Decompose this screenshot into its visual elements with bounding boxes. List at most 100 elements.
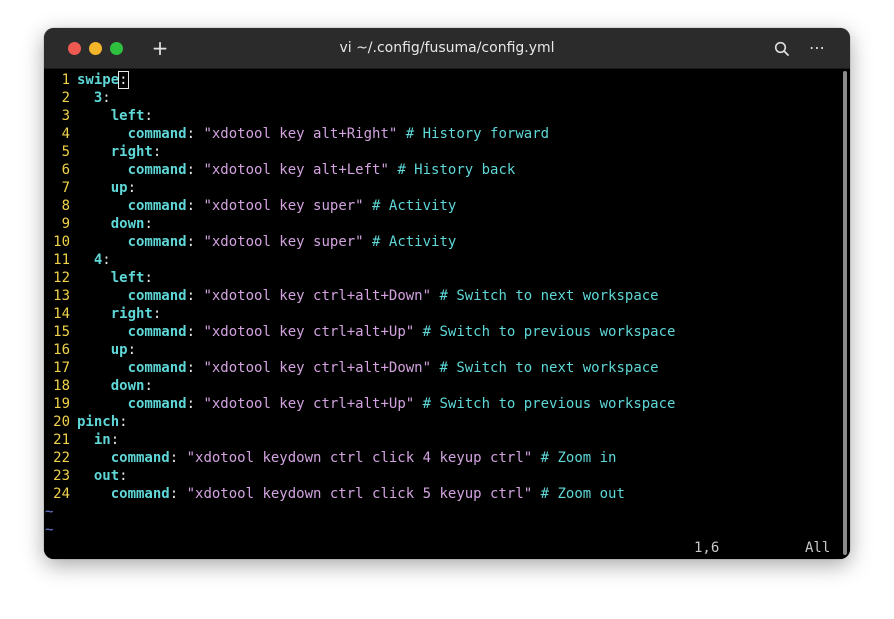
- code-line: 6 command: "xdotool key alt+Left" # Hist…: [44, 161, 516, 179]
- line-number: 24: [53, 486, 70, 502]
- code-token: command: [127, 396, 187, 412]
- code-token: out: [93, 468, 120, 484]
- line-content: down:: [77, 377, 153, 395]
- code-line: 20 pinch:: [44, 413, 127, 431]
- code-token: "xdotool key ctrl+alt+Up": [203, 324, 415, 340]
- code-line: 8 command: "xdotool key super" # Activit…: [44, 197, 457, 215]
- code-token: "xdotool key ctrl+alt+Down": [203, 288, 432, 304]
- code-line: 5 right:: [44, 143, 162, 161]
- code-token: :: [186, 360, 204, 376]
- code-token: command: [127, 360, 187, 376]
- code-token: "xdotool keydown ctrl click 4 keyup ctrl…: [186, 450, 533, 466]
- code-token: :: [102, 252, 111, 268]
- code-token: :: [186, 396, 204, 412]
- code-token: :: [119, 468, 128, 484]
- code-token: "xdotool key alt+Right": [203, 126, 398, 142]
- line-number: 10: [53, 234, 70, 250]
- code-token: # Switch to next workspace: [431, 288, 659, 304]
- code-line: 7 up:: [44, 179, 136, 197]
- code-token: :: [186, 234, 204, 250]
- code-token: :: [127, 342, 137, 358]
- code-token: :: [127, 180, 137, 196]
- code-line: 22 command: "xdotool keydown ctrl click …: [44, 449, 616, 467]
- line-content: out:: [77, 467, 128, 485]
- line-number: 1: [61, 72, 70, 88]
- search-button[interactable]: [772, 39, 792, 59]
- code-line: 13 command: "xdotool key ctrl+alt+Down" …: [44, 287, 658, 305]
- code-line: 10 command: "xdotool key super" # Activi…: [44, 233, 456, 251]
- line-number: 21: [53, 432, 70, 448]
- menu-button[interactable]: ⋯: [806, 37, 828, 59]
- code-line: 15 command: "xdotool key ctrl+alt+Up" # …: [44, 323, 675, 341]
- code-line: 21 in:: [44, 431, 119, 449]
- code-token: swipe: [77, 72, 120, 88]
- scroll-indicator: All: [805, 540, 831, 556]
- line-content: command: "xdotool keydown ctrl click 5 k…: [77, 485, 625, 503]
- line-number: 8: [61, 198, 70, 214]
- line-number: 20: [53, 414, 70, 430]
- code-token: # History forward: [397, 126, 550, 142]
- code-token: right: [110, 144, 153, 160]
- line-number: 7: [61, 180, 70, 196]
- line-content: in:: [77, 431, 119, 449]
- code-line: 23 out:: [44, 467, 127, 485]
- line-content: up:: [77, 341, 136, 359]
- code-token: pinch: [77, 414, 120, 430]
- line-content: right:: [77, 305, 162, 323]
- code-token: left: [110, 108, 145, 124]
- line-number: 15: [53, 324, 70, 340]
- code-token: # Zoom out: [532, 486, 625, 502]
- line-content: left:: [77, 107, 153, 125]
- line-number: 13: [53, 288, 70, 304]
- code-token: :: [144, 270, 153, 286]
- code-token: "xdotool key super": [203, 234, 364, 250]
- code-token: :: [186, 162, 204, 178]
- code-token: command: [127, 324, 187, 340]
- line-number: 6: [61, 162, 70, 178]
- vi-editor[interactable]: 1 swipe: 2 3: 3 left: 4 command: "xdotool ke…: [44, 69, 850, 559]
- code-token: :: [186, 126, 204, 142]
- window-title: vi ~/.config/fusuma/config.yml: [339, 40, 555, 56]
- line-number: 22: [53, 450, 70, 466]
- scrollbar[interactable]: [843, 71, 847, 555]
- line-content: command: "xdotool key ctrl+alt+Up" # Swi…: [77, 395, 676, 413]
- code-line: 14 right:: [44, 305, 161, 323]
- code-token: command: [127, 162, 187, 178]
- code-token: :: [169, 486, 187, 502]
- code-token: left: [110, 270, 145, 286]
- line-content: 4:: [77, 251, 111, 269]
- code-line: 11 4:: [44, 251, 111, 269]
- code-line: 1 swipe:: [44, 71, 129, 89]
- code-token: command: [127, 288, 187, 304]
- code-token: :: [186, 198, 204, 214]
- editor-lines: 1 swipe: 2 3: 3 left: 4 command: "xdotool ke…: [44, 71, 675, 503]
- code-token: command: [127, 234, 187, 250]
- search-icon: [774, 41, 789, 56]
- line-content: command: "xdotool key ctrl+alt+Down" # S…: [77, 287, 659, 305]
- line-content: down:: [77, 215, 153, 233]
- line-content: right:: [77, 143, 162, 161]
- line-content: swipe:: [77, 71, 129, 89]
- line-number: 18: [53, 378, 70, 394]
- code-token: "xdotool key ctrl+alt+Down": [203, 360, 432, 376]
- code-token: # Activity: [363, 198, 457, 214]
- code-token: :: [102, 90, 111, 106]
- code-token: :: [169, 450, 187, 466]
